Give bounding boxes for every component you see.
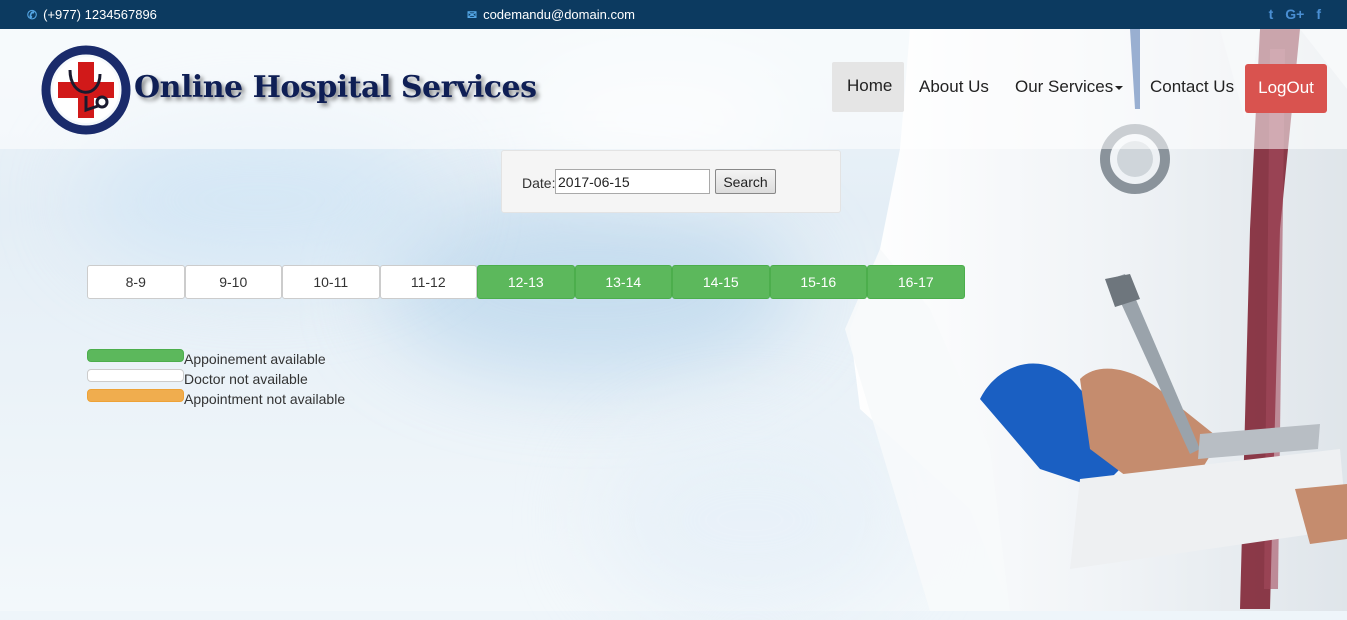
date-label: Date: — [522, 175, 556, 191]
twitter-icon[interactable]: t — [1269, 6, 1274, 22]
phone-number: (+977) 1234567896 — [43, 7, 157, 22]
time-slot-button[interactable]: 16-17 — [867, 265, 965, 299]
legend-swatch — [87, 349, 184, 362]
time-slot-button[interactable]: 13-14 — [574, 265, 672, 299]
time-slots: 8-9 9-10 10-11 11-12 12-13 13-14 14-15 15-16 16-… — [87, 265, 965, 299]
nav-contact-us[interactable]: Contact Us — [1135, 62, 1249, 112]
legend-text: Doctor not available — [184, 371, 308, 387]
email-address: codemandu@domain.com — [483, 7, 636, 22]
time-slot-button[interactable]: 11-12 — [379, 265, 477, 299]
legend-swatch — [87, 369, 184, 382]
envelope-icon: ✉ — [467, 7, 478, 22]
social-links: t G+ f — [1269, 6, 1321, 22]
time-slot-button[interactable]: 15-16 — [769, 265, 867, 299]
hospital-logo-icon[interactable] — [40, 44, 132, 136]
date-input[interactable] — [555, 169, 710, 194]
search-button[interactable]: Search — [715, 169, 776, 194]
time-slot-button[interactable]: 8-9 — [87, 265, 185, 299]
phone-contact: ✆ (+977) 1234567896 — [27, 7, 157, 22]
time-slot-button[interactable]: 10-11 — [282, 265, 380, 299]
nav-about-us[interactable]: About Us — [904, 62, 1004, 112]
phone-icon: ✆ — [27, 7, 38, 22]
legend-swatch — [87, 389, 184, 402]
nav-our-services-label: Our Services — [1015, 77, 1114, 96]
top-contact-bar: ✆ (+977) 1234567896 ✉ codemandu@domain.c… — [0, 0, 1347, 29]
legend-text: Appointment not available — [184, 391, 346, 407]
brand-title[interactable]: Online Hospital Services — [134, 70, 537, 105]
date-search-panel: Date: Search — [501, 150, 841, 213]
time-slot-button[interactable]: 9-10 — [184, 265, 282, 299]
nav-our-services[interactable]: Our Services — [1000, 62, 1138, 112]
time-slot-button[interactable]: 14-15 — [672, 265, 770, 299]
logout-button[interactable]: LogOut — [1245, 64, 1327, 113]
time-slot-button[interactable]: 12-13 — [477, 265, 575, 299]
caret-down-icon — [1115, 85, 1124, 90]
legend-text: Appoinement available — [184, 351, 326, 367]
facebook-icon[interactable]: f — [1316, 6, 1321, 22]
nav-home[interactable]: Home — [832, 62, 904, 112]
site-header: Online Hospital Services Home About Us O… — [0, 29, 1347, 149]
background-blur — [600, 420, 900, 620]
google-plus-icon[interactable]: G+ — [1285, 6, 1304, 22]
email-contact: ✉ codemandu@domain.com — [467, 7, 635, 22]
